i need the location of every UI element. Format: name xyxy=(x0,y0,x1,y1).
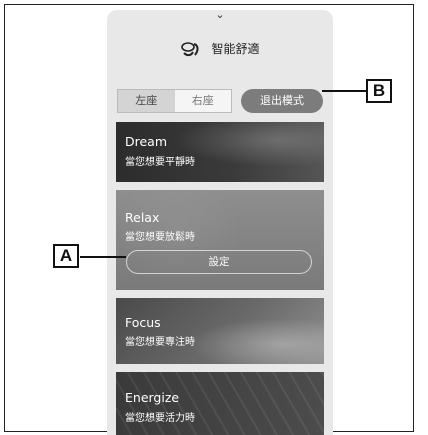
mode-card-dream[interactable]: Dream 當您想要平靜時 xyxy=(116,122,324,182)
seat-selector: 左座 右座 xyxy=(117,89,232,113)
panel-title: 智能舒適 xyxy=(211,42,260,56)
exit-mode-button[interactable]: 退出模式 xyxy=(241,89,323,113)
smart-comfort-panel: ⌄ 智能舒適 左座 右座 退出模式 Dream 當您想要平靜時 Relax 當您… xyxy=(107,10,333,435)
mode-name: Energize xyxy=(125,390,180,405)
mode-card-focus[interactable]: Focus 當您想要專注時 xyxy=(116,298,324,364)
callout-b: B xyxy=(366,79,392,103)
mode-card-relax[interactable]: Relax 當您想要放鬆時 設定 xyxy=(116,190,324,290)
panel-header: 智能舒適 xyxy=(107,38,333,57)
collapse-handle-icon[interactable]: ⌄ xyxy=(107,10,333,21)
mode-subtitle: 當您想要活力時 xyxy=(125,413,195,424)
mode-name: Dream xyxy=(125,134,168,149)
relax-settings-button[interactable]: 設定 xyxy=(126,250,312,274)
mode-subtitle: 當您想要平靜時 xyxy=(125,157,195,168)
mode-subtitle: 當您想要專注時 xyxy=(125,337,195,348)
callout-a: A xyxy=(53,244,79,268)
mode-card-energize[interactable]: Energize 當您想要活力時 xyxy=(116,372,324,435)
mode-name: Focus xyxy=(125,315,161,330)
comfort-logo-icon xyxy=(181,41,199,56)
callout-a-leader xyxy=(80,256,126,258)
seat-left-tab[interactable]: 左座 xyxy=(118,90,175,112)
mode-subtitle: 當您想要放鬆時 xyxy=(125,232,195,243)
mode-name: Relax xyxy=(125,210,160,225)
seat-right-tab[interactable]: 右座 xyxy=(175,90,232,112)
callout-b-leader xyxy=(322,90,367,92)
